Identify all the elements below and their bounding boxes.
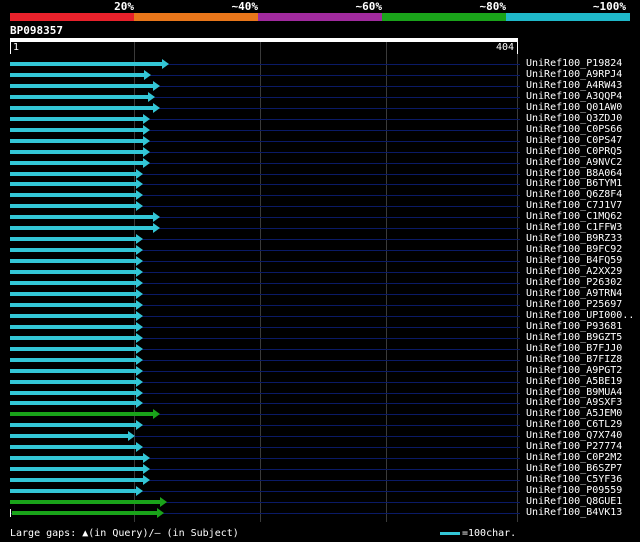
hit-alignment-bar[interactable] [10,215,153,220]
hit-alignment-bar[interactable] [10,116,143,121]
hit-alignment-bar[interactable] [10,226,153,231]
hit-arrow-icon [136,234,143,245]
hit-alignment-bar[interactable] [10,456,143,461]
hit-alignment-bar[interactable] [10,72,144,77]
hit-arrow-icon [136,420,143,431]
hit-alignment-bar[interactable] [12,510,157,515]
hit-arrow-icon [136,168,143,179]
hit-arrow-icon [153,409,160,420]
hit-arrow-icon [143,146,150,157]
hit-alignment-bar[interactable] [10,270,136,275]
footer: Large gaps: ▲(in Query)/– (in Subject) =… [10,528,630,542]
hit-alignment-bar[interactable] [10,171,136,176]
hit-row[interactable]: UniRef100_B4VK13 [0,507,640,519]
hit-arrow-icon [136,190,143,201]
scale-line-icon [440,531,460,535]
hit-arrow-icon [136,179,143,190]
hit-alignment-bar[interactable] [10,324,136,329]
hit-arrow-icon [136,321,143,332]
hit-alignment-bar[interactable] [10,149,143,154]
hit-alignment-bar[interactable] [10,248,136,253]
hit-arrow-icon [136,278,143,288]
hit-alignment-bar[interactable] [10,423,136,428]
hit-arrow-icon [153,223,160,234]
hit-alignment-bar[interactable] [10,478,143,483]
hit-alignment-bar[interactable] [10,467,143,472]
hit-arrow-icon [148,91,155,102]
hit-alignment-bar[interactable] [10,281,136,285]
hit-arrow-icon [136,398,143,409]
scale-legend: =100char. [440,528,516,539]
hit-arrow-icon [136,201,143,212]
hit-arrow-icon [143,157,150,168]
scale-label: =100char. [462,528,517,539]
hit-alignment-bar[interactable] [10,445,136,450]
hit-alignment-bar[interactable] [10,335,136,340]
hit-arrow-icon [128,431,135,442]
hit-alignment-bar[interactable] [10,302,136,307]
hit-arrow-icon [143,475,150,486]
hit-arrow-icon [136,288,143,299]
hit-alignment-bar[interactable] [10,193,136,198]
hit-alignment-bar[interactable] [10,379,136,384]
hit-arrow-icon [157,507,164,518]
hit-alignment-bar[interactable] [10,204,136,209]
hit-arrow-icon [153,102,160,113]
hit-arrow-icon [143,135,150,146]
hit-arrow-icon [136,442,143,453]
hit-alignment-bar[interactable] [10,313,136,318]
hit-alignment-bar[interactable] [10,346,136,351]
hit-arrow-icon [143,453,150,464]
hit-list: UniRef100_P19824 UniRef100_A9RPJ4 UniRef10… [0,0,640,542]
hit-alignment-bar[interactable] [10,182,136,187]
gaps-legend: Large gaps: ▲(in Query)/– (in Subject) [10,528,239,539]
hit-arrow-icon [143,113,150,124]
hit-arrow-icon [136,245,143,256]
hit-alignment-bar[interactable] [10,259,136,264]
hit-alignment-bar[interactable] [10,489,136,494]
hit-arrow-icon [136,343,143,354]
hit-alignment-bar[interactable] [10,368,136,373]
hit-alignment-bar[interactable] [10,357,136,362]
hit-arrow-icon [136,387,143,398]
hit-alignment-bar[interactable] [10,160,143,165]
hit-name-link[interactable]: UniRef100_B4VK13 [526,507,622,519]
hit-arrow-icon [136,299,143,310]
hit-alignment-bar[interactable] [10,62,162,66]
hit-alignment-bar[interactable] [10,237,136,242]
hit-alignment-bar[interactable] [10,434,128,439]
hit-arrow-icon [162,59,169,69]
hit-alignment-bar[interactable] [10,94,148,99]
hit-arrow-icon [136,310,143,321]
hit-arrow-icon [136,332,143,343]
hit-alignment-bar[interactable] [10,412,153,417]
hit-arrow-icon [144,69,151,80]
hit-alignment-bar[interactable] [10,500,160,504]
hit-alignment-bar[interactable] [10,401,136,406]
hit-arrow-icon [153,80,160,91]
hit-alignment-bar[interactable] [10,291,136,296]
hit-alignment-bar[interactable] [10,105,153,110]
hit-arrow-icon [136,365,143,376]
hit-alignment-bar[interactable] [10,127,143,132]
hit-arrow-icon [136,256,143,267]
hit-arrow-icon [143,124,150,135]
hit-arrow-icon [143,464,150,475]
hit-arrow-icon [136,354,143,365]
hit-alignment-bar[interactable] [10,138,143,143]
hit-arrow-icon [136,486,143,497]
hit-arrow-icon [160,497,167,507]
hit-arrow-icon [153,212,160,223]
hit-alignment-bar[interactable] [10,390,136,395]
hit-alignment-bar[interactable] [10,83,153,88]
hit-arrow-icon [136,376,143,387]
hit-arrow-icon [136,267,143,278]
query-gap-marker [10,508,11,517]
